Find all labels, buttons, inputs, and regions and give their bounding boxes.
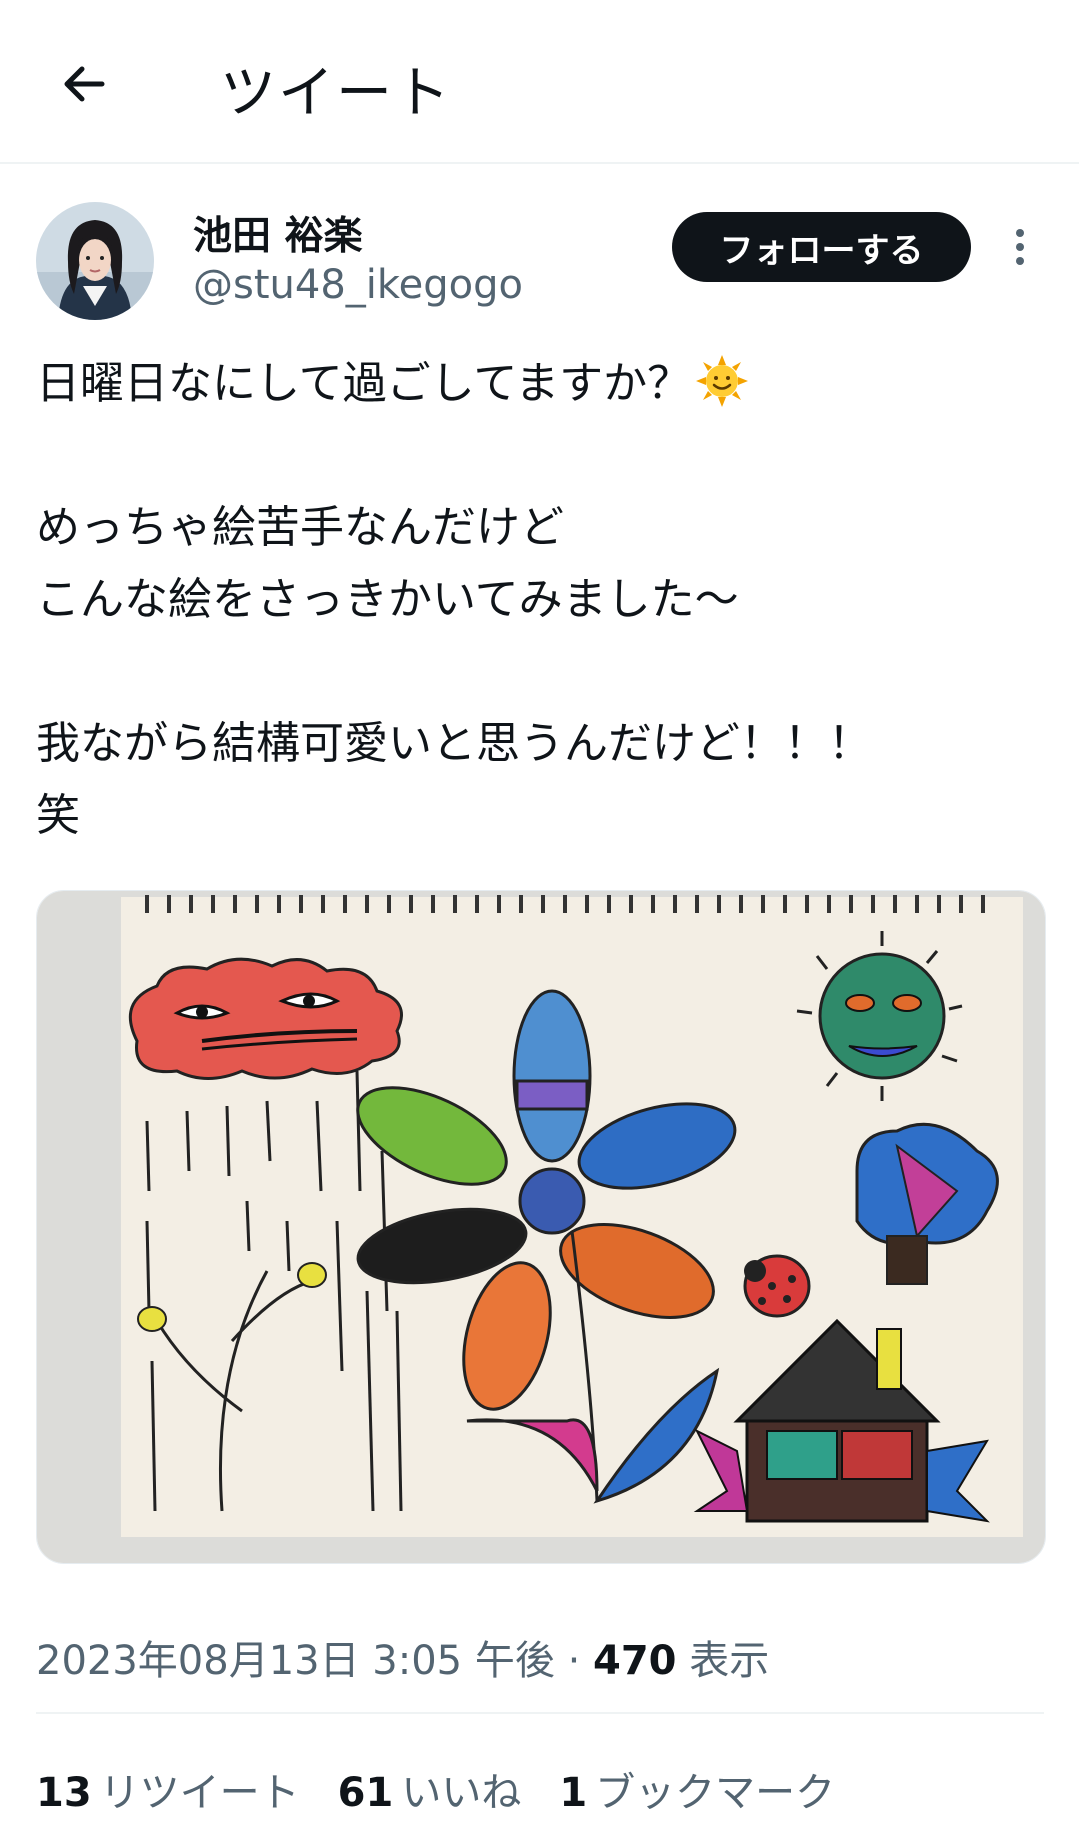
tweet-photo[interactable] bbox=[36, 890, 1046, 1564]
page-title: ツイート bbox=[220, 61, 452, 126]
divider bbox=[36, 1712, 1044, 1714]
tweet-line-1: 日曜日なにして過ごしてますか？ bbox=[36, 348, 1046, 420]
author-name[interactable]: 池田 裕楽 bbox=[193, 205, 363, 261]
tweet-line-4: こんな絵をさっきかいてみました〜 bbox=[36, 574, 739, 625]
sun-with-face-emoji bbox=[696, 355, 749, 407]
likes-stat[interactable]: 61 いいね bbox=[338, 1760, 522, 1818]
tweet-line-3: めっちゃ絵苦手なんだけど bbox=[36, 502, 564, 553]
likes-label: いいね bbox=[401, 1770, 522, 1816]
author-handle[interactable]: @stu48_ikegogo bbox=[193, 262, 523, 308]
meta-separator: · bbox=[567, 1638, 581, 1684]
bookmarks-stat[interactable]: 1 ブックマーク bbox=[559, 1760, 835, 1818]
tweet-text: 日曜日なにして過ごしてますか？ めっちゃ絵苦手なんだけど こんな絵をさっきかいて… bbox=[36, 348, 1046, 852]
bookmarks-label: ブックマーク bbox=[595, 1770, 836, 1816]
tweet-line-7: 笑 bbox=[36, 790, 80, 841]
retweets-label: リツイート bbox=[99, 1770, 300, 1816]
follow-button[interactable]: フォローする bbox=[672, 212, 971, 282]
likes-count: 61 bbox=[337, 1770, 394, 1816]
retweets-count: 13 bbox=[36, 1770, 92, 1816]
avatar[interactable] bbox=[36, 202, 154, 320]
more-button[interactable] bbox=[1002, 222, 1038, 272]
views-count: 470 bbox=[593, 1638, 677, 1684]
views-label: 表示 bbox=[689, 1638, 770, 1684]
tweet-meta: 2023年08月13日 3:05 午後 · 470 表示 bbox=[36, 1628, 769, 1686]
tweet-datetime[interactable]: 2023年08月13日 3:05 午後 bbox=[36, 1638, 555, 1684]
arrow-left-icon bbox=[64, 66, 105, 102]
more-vertical-icon bbox=[1016, 229, 1024, 265]
retweets-stat[interactable]: 13 リツイート bbox=[36, 1760, 300, 1818]
top-bar: ツイート bbox=[0, 0, 1079, 164]
bookmarks-count: 1 bbox=[559, 1770, 588, 1816]
tweet-stats: 13 リツイート 61 いいね 1 ブックマーク bbox=[36, 1760, 835, 1818]
tweet-line-6: 我ながら結構可愛いと思うんだけど！！！ bbox=[36, 718, 872, 769]
back-button[interactable] bbox=[52, 52, 116, 116]
